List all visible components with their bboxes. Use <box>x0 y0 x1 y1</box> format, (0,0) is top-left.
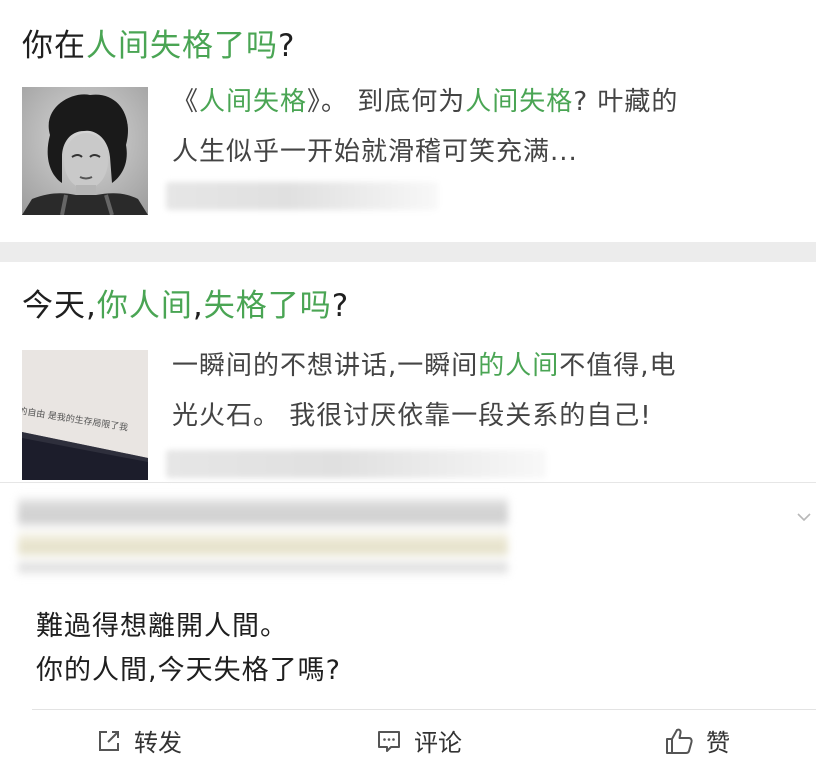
title-text: 你在 <box>22 28 86 64</box>
title-text: ? <box>331 288 350 324</box>
section-separator <box>0 242 816 262</box>
post-line-2: 你的人間,今天失格了嗎? <box>36 655 341 686</box>
article-title[interactable]: 今天,你人间,失格了吗? <box>22 286 349 326</box>
chevron-down-icon[interactable] <box>796 509 812 525</box>
comment-label: 评论 <box>414 729 462 757</box>
comment-button[interactable]: 评论 <box>376 710 462 770</box>
title-text: ? <box>278 28 296 64</box>
action-bar: 转发 评论 赞 <box>0 710 816 770</box>
title-text: , <box>192 288 204 324</box>
article-thumbnail[interactable] <box>22 87 148 215</box>
summary-line-1: 《人间失格》。 到底何为人间失格? 叶藏的 <box>172 87 679 117</box>
title-highlight: 失格了吗 <box>203 288 332 324</box>
like-button[interactable]: 赞 <box>664 710 730 770</box>
summary-line-2: 人生似乎一开始就滑稽可笑充满... <box>172 137 578 167</box>
article-title[interactable]: 你在人间失格了吗? <box>22 26 295 66</box>
article-summary: 《人间失格》。 到底何为人间失格? 叶藏的 人生似乎一开始就滑稽可笑充满... <box>172 77 792 177</box>
blurred-meta <box>166 450 546 478</box>
blurred-meta <box>166 182 438 210</box>
summary-line-2: 光火石。 我很讨厌依靠一段关系的自己! <box>172 401 652 431</box>
summary-highlight: 人间失格 <box>199 87 308 117</box>
title-highlight: 人间失格了吗 <box>86 28 278 64</box>
summary-highlight: 人间失格 <box>465 87 574 117</box>
share-icon <box>99 730 119 751</box>
comment-icon <box>378 730 400 752</box>
article-thumbnail[interactable]: 的自由 是我的生存局限了我 <box>22 350 148 480</box>
thumbs-up-icon <box>666 728 693 754</box>
title-text: 今天, <box>22 288 97 324</box>
title-highlight: 你人间 <box>96 288 193 324</box>
blurred-quote <box>18 495 508 577</box>
like-label: 赞 <box>706 729 730 757</box>
book-page-photo: 的自由 是我的生存局限了我 <box>22 350 148 480</box>
forward-label: 转发 <box>134 729 182 757</box>
forward-button[interactable]: 转发 <box>96 710 182 770</box>
article-card-2[interactable]: 今天,你人间,失格了吗? 的自由 是我的生存局限了我 一瞬间的不想讲话,一瞬间的… <box>0 262 816 482</box>
post-line-1: 難過得想離開人間。 <box>36 611 288 642</box>
post-text: 難過得想離開人間。 你的人間,今天失格了嗎? <box>36 605 341 693</box>
summary-line-1: 一瞬间的不想讲话,一瞬间的人间不值得,电 <box>172 351 677 381</box>
article-summary: 一瞬间的不想讲话,一瞬间的人间不值得,电 光火石。 我很讨厌依靠一段关系的自己! <box>172 341 792 441</box>
article-card-1[interactable]: 你在人间失格了吗? 《人间失格》。 到底何为人间失格? 叶藏的 人生似乎一开始就… <box>0 0 816 242</box>
summary-highlight: 的人间 <box>478 351 560 381</box>
post-card: 難過得想離開人間。 你的人間,今天失格了嗎? 转发 评论 赞 <box>0 482 816 770</box>
portrait-photo <box>22 87 148 215</box>
